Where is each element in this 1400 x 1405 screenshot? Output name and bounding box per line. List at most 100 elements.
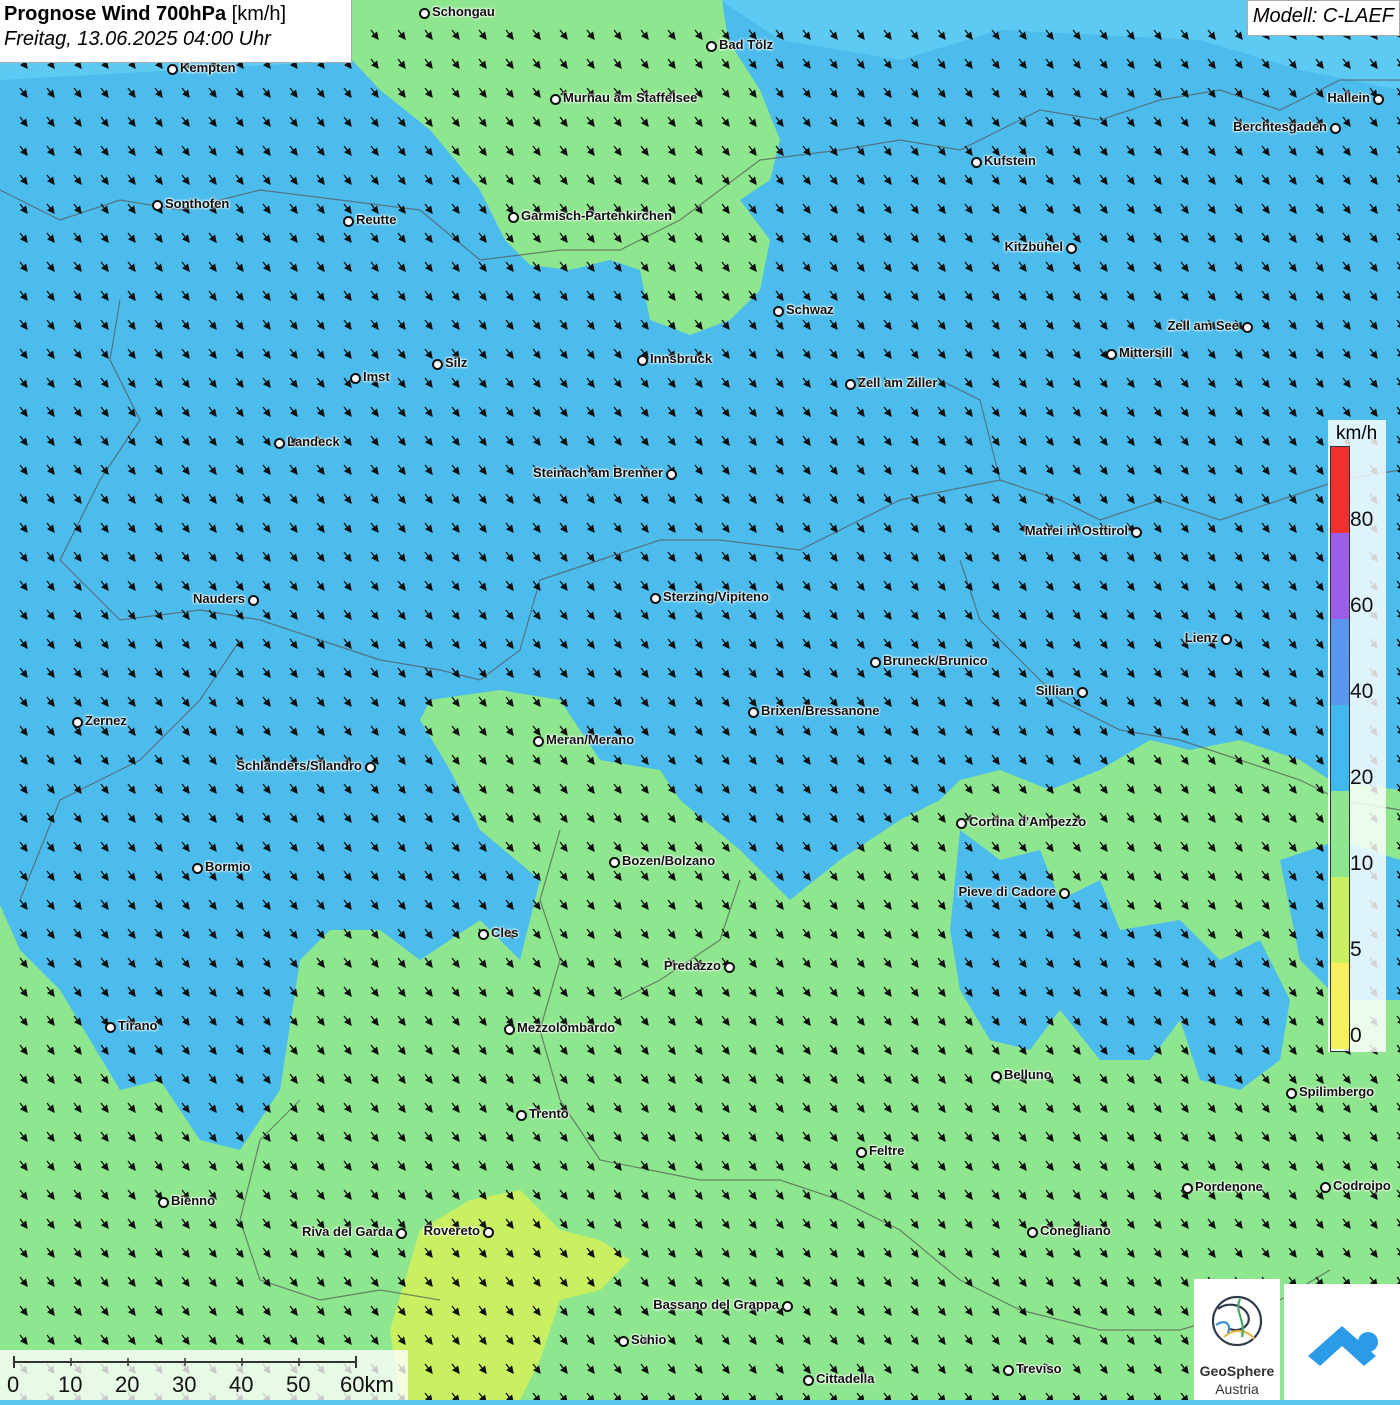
city-marker — [516, 1110, 527, 1121]
city-label: Murnau am Staffelsee — [563, 90, 698, 105]
city-marker — [350, 373, 361, 384]
geosphere-logo-subtext: Austria — [1215, 1381, 1259, 1397]
city-marker — [396, 1228, 407, 1239]
city-marker — [748, 707, 759, 718]
city-marker — [782, 1301, 793, 1312]
map-title-box: Prognose Wind 700hPa [km/h] Freitag, 13.… — [0, 0, 352, 63]
city-label: Pordenone — [1195, 1179, 1263, 1194]
city-label: Zell am Ziller — [858, 375, 938, 390]
city-label: Lienz — [1184, 630, 1218, 645]
city-marker — [152, 200, 163, 211]
city-marker — [1077, 687, 1088, 698]
city-label: Riva del Garda — [301, 1224, 393, 1239]
legend-label-10: 10 — [1350, 852, 1374, 875]
city-label: Zell am See — [1167, 318, 1239, 333]
city-label: Berchtesgaden — [1233, 119, 1327, 134]
city-marker — [1131, 527, 1142, 538]
legend-seg-20 — [1331, 705, 1349, 791]
city-label: Rovereto — [423, 1223, 480, 1238]
city-marker — [1286, 1088, 1297, 1099]
legend-color-bar — [1330, 446, 1350, 1052]
legend-label-20: 20 — [1350, 766, 1374, 789]
city-marker — [432, 359, 443, 370]
map-title: Prognose Wind 700hPa [km/h] — [4, 3, 347, 26]
city-label: Schongau — [432, 4, 495, 19]
scale-label-10: 10 — [58, 1372, 83, 1397]
city-label: Cittadella — [816, 1371, 875, 1386]
city-label: Zernez — [85, 713, 127, 728]
city-marker — [1330, 123, 1341, 134]
city-marker — [637, 355, 648, 366]
city-marker — [971, 157, 982, 168]
city-marker — [1221, 634, 1232, 645]
city-marker — [419, 8, 430, 19]
city-label: Bassano del Grappa — [653, 1297, 779, 1312]
city-label: Steinach am Brenner — [532, 465, 663, 480]
legend-seg-60 — [1331, 533, 1349, 619]
city-marker — [158, 1197, 169, 1208]
city-marker — [1320, 1182, 1331, 1193]
legend-seg-80 — [1331, 447, 1349, 533]
city-marker — [478, 929, 489, 940]
city-marker — [856, 1147, 867, 1158]
legend-seg-10 — [1331, 791, 1349, 877]
scale-label-50: 50 — [286, 1372, 311, 1397]
city-label: Bruneck/Brunico — [883, 653, 988, 668]
scale-bar-line — [13, 1356, 357, 1368]
city-marker — [991, 1071, 1002, 1082]
city-label: Hallein — [1327, 90, 1370, 105]
scale-label-60: 60km — [340, 1372, 394, 1397]
city-marker — [845, 379, 856, 390]
city-label: Trento — [529, 1106, 569, 1121]
map-title-unit: [km/h] — [231, 3, 287, 25]
scale-label-20: 20 — [115, 1372, 140, 1397]
city-label: Bormio — [205, 859, 251, 874]
city-label: Cles — [491, 925, 519, 940]
city-label: Tirano — [118, 1018, 158, 1033]
city-label: Sterzing/Vipiteno — [663, 589, 769, 604]
city-marker — [105, 1022, 116, 1033]
legend-label-60: 60 — [1350, 594, 1374, 617]
geosphere-logo: GeoSphere Austria — [1194, 1279, 1280, 1400]
legend-unit: km/h — [1336, 423, 1378, 444]
city-marker — [1182, 1183, 1193, 1194]
city-marker — [1242, 322, 1253, 333]
city-marker — [483, 1227, 494, 1238]
city-label: Silz — [445, 355, 468, 370]
city-label: Mezzolombardo — [517, 1020, 616, 1035]
city-label: Bienno — [171, 1193, 216, 1208]
legend-seg-0 — [1331, 963, 1349, 1049]
city-label: Pieve di Cadore — [958, 884, 1056, 899]
city-marker — [609, 857, 620, 868]
city-marker — [508, 212, 519, 223]
city-label: Nauders — [192, 591, 245, 606]
city-marker — [504, 1024, 515, 1035]
city-label: Kufstein — [984, 153, 1036, 168]
city-marker — [343, 216, 354, 227]
city-marker — [248, 595, 259, 606]
city-marker — [274, 438, 285, 449]
city-label: Feltre — [869, 1143, 905, 1158]
city-label: Innsbruck — [650, 351, 713, 366]
city-label: Treviso — [1016, 1361, 1062, 1376]
city-marker — [706, 41, 717, 52]
city-label: Kitzbühel — [1004, 239, 1064, 254]
city-label: Brixen/Bressanone — [761, 703, 880, 718]
city-marker — [956, 818, 967, 829]
city-marker — [192, 863, 203, 874]
legend-label-80: 80 — [1350, 508, 1374, 531]
city-label: Bad Tölz — [719, 37, 774, 52]
city-label: Schwaz — [786, 302, 834, 317]
city-marker — [1059, 888, 1070, 899]
city-label: Sillian — [1035, 683, 1074, 698]
city-label: Codroipo — [1333, 1178, 1391, 1193]
city-label: Matrei in Osttirol — [1024, 523, 1128, 538]
forecast-datetime: Freitag, 13.06.2025 04:00 Uhr — [4, 28, 271, 50]
city-marker — [1066, 243, 1077, 254]
city-label: Landeck — [287, 434, 340, 449]
city-label: Meran/Merano — [546, 732, 635, 747]
city-label: Belluno — [1004, 1067, 1052, 1082]
city-label: Reutte — [356, 212, 397, 227]
city-label: Conegliano — [1040, 1223, 1111, 1238]
city-marker — [1106, 349, 1117, 360]
